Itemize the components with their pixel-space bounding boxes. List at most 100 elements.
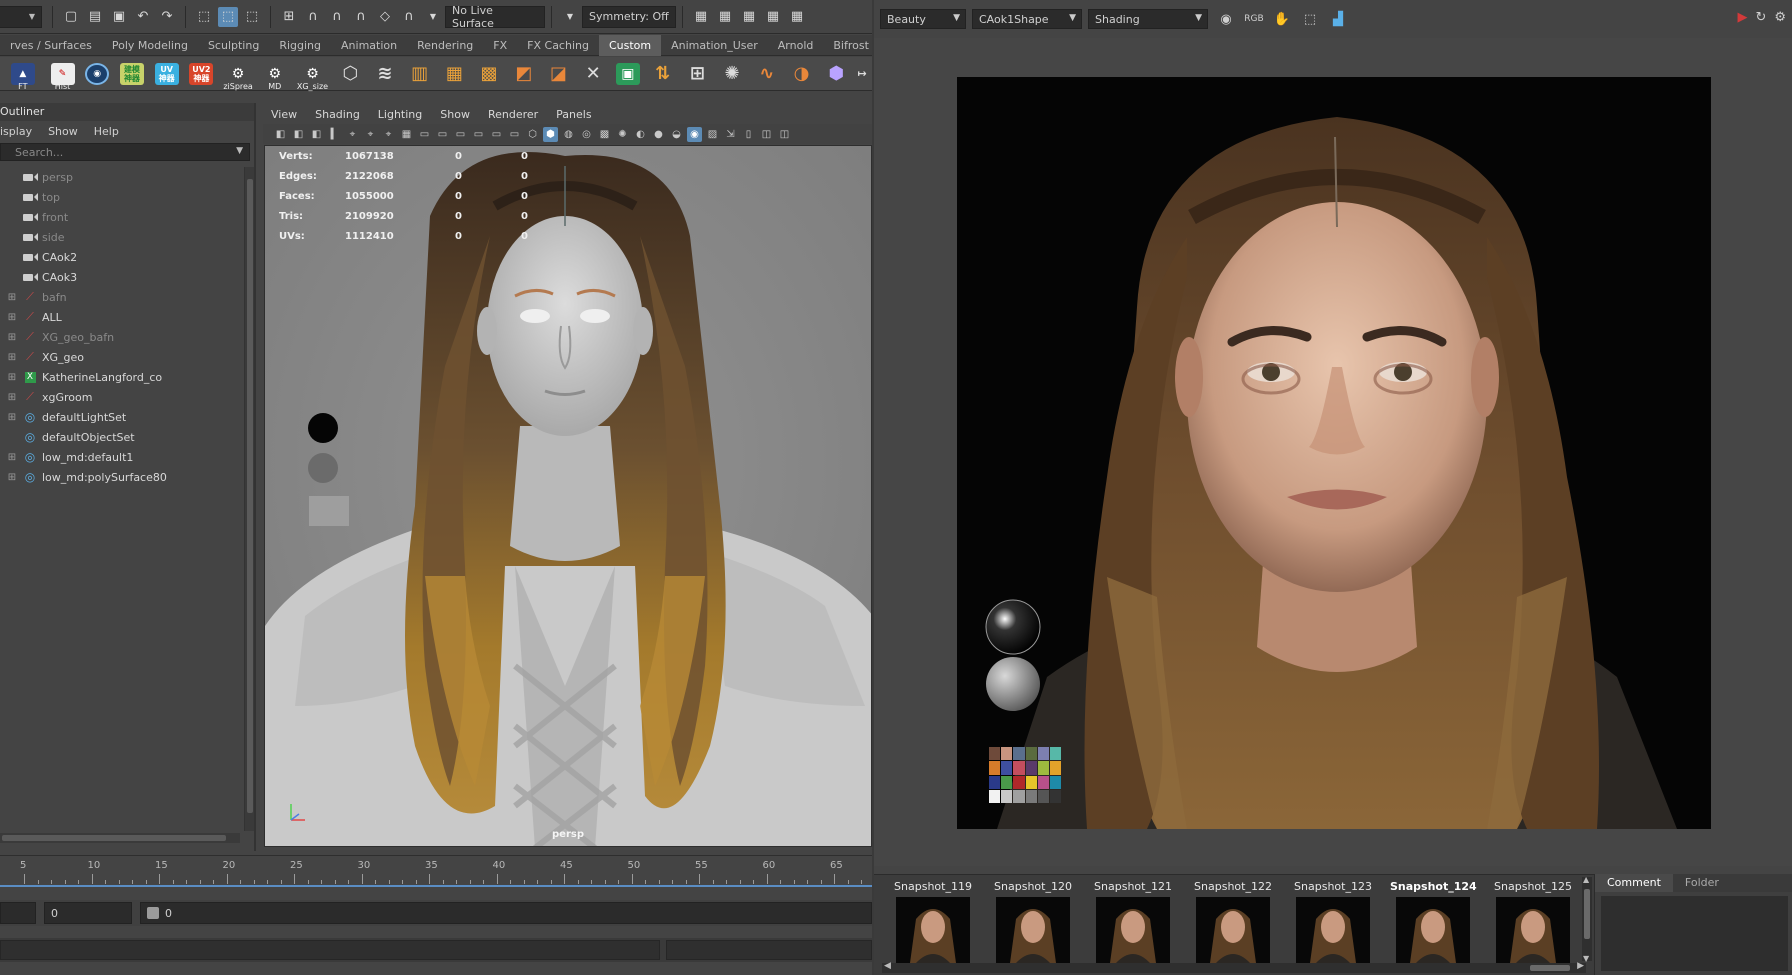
shelf-tab-rendering[interactable]: Rendering [407,35,483,56]
shelf-button-jianmo[interactable]: 建模 神器 [116,58,148,90]
shelf-button-circle[interactable]: ◉ [81,58,113,90]
shelf-button-extrude[interactable]: ▥ [404,58,436,90]
pan-icon[interactable]: ✋ [1270,9,1294,29]
outliner-item[interactable]: CAok2 [0,247,244,267]
viewport-menu-view[interactable]: View [271,108,297,121]
viewport-menu-show[interactable]: Show [440,108,470,121]
outliner-horizontal-scrollbar[interactable] [0,833,240,843]
outliner-item[interactable]: ⊞ ◎ defaultLightSet [0,407,244,427]
shelf-tab-custom[interactable]: Custom [598,34,662,56]
viewport-menu-shading[interactable]: Shading [315,108,360,121]
aov-layer-dropdown[interactable]: Beauty ▼ [880,9,966,29]
hypershade-icon[interactable]: ▦ [787,7,807,27]
shelf-button-transfer[interactable]: ⇅ [647,58,679,90]
channel-icon[interactable]: ◉ [1214,9,1238,29]
shelf-button-cut[interactable]: ✕ [577,58,609,90]
symmetry-dropdown-icon[interactable]: ▼ [560,7,580,27]
shelf-button-zispread[interactable]: ⚙ ziSprea [220,58,256,91]
perspective-viewport[interactable]: Verts: 1067138 0 0 Edges: 2122068 0 0 Faces: 1055… [264,145,872,847]
expand-icon[interactable]: ⊞ [6,331,18,343]
menu-set-dropdown[interactable]: ▼ [0,5,42,28]
stop-render-icon[interactable]: ▶ [1737,10,1747,25]
outliner-menu-show[interactable]: Show [48,125,78,138]
bookmark-icon[interactable]: ◧ [309,127,324,142]
snapshot-item[interactable]: Snapshot_120 [990,879,1076,967]
film-gate-icon[interactable]: ⌖ [345,127,360,142]
shelf-button-uv-checker[interactable]: ▣ [612,58,644,90]
snapshot-item[interactable]: Snapshot_124 [1390,879,1477,967]
shelf-button-layers[interactable]: ≋ [369,58,401,90]
snapshot-item[interactable]: Snapshot_122 [1190,879,1276,967]
outliner-vertical-scrollbar[interactable] [244,167,254,831]
expand-icon[interactable]: ⊞ [6,471,18,483]
viewport-menu-panels[interactable]: Panels [556,108,591,121]
shelf-tab-poly-modeling[interactable]: Poly Modeling [102,35,198,56]
xray-joints-icon[interactable]: ▯ [741,127,756,142]
snapshot-vertical-scrollbar[interactable]: ▲ ▼ [1582,875,1592,963]
shelf-button-more[interactable]: ↦ [855,58,869,90]
playback-start-field[interactable]: 0 [44,902,132,924]
expand-icon[interactable]: ⊞ [6,451,18,463]
render-settings-icon[interactable]: ▦ [763,7,783,27]
chevron-up-icon[interactable]: ▲ [1583,875,1589,884]
shelf-button-hist[interactable]: ✎ Hist [47,58,79,91]
maximize-panel-icon[interactable]: ◫ [777,127,792,142]
pan-zoom-icon[interactable]: ▭ [471,127,486,142]
select-component-icon[interactable]: ⬚ [242,7,262,27]
snap-grid-icon[interactable]: ⊞ [279,7,299,27]
outliner-item[interactable]: ⊞ ⟋ XG_geo [0,347,244,367]
shelf-button-bridge[interactable]: ◪ [543,58,575,90]
tab-comment[interactable]: Comment [1595,874,1673,892]
outliner-item[interactable]: ⊞ ⟋ ALL [0,307,244,327]
snapshot-item[interactable]: Snapshot_121 [1090,879,1176,967]
expand-icon[interactable]: ⊞ [6,311,18,323]
expand-icon[interactable]: ⊞ [6,351,18,363]
new-scene-icon[interactable]: ▢ [61,7,81,27]
shelf-tab-fx-caching[interactable]: FX Caching [517,35,599,56]
time-slider[interactable]: 5 10 15 20 25 30 35 40 45 50 55 60 65 [0,855,889,889]
gate-mask-icon[interactable]: ⌖ [381,127,396,142]
shelf-tab-rves-surfaces[interactable]: rves / Surfaces [0,35,102,56]
redo-icon[interactable]: ↷ [157,7,177,27]
field-chart-icon[interactable]: ▭ [417,127,432,142]
open-scene-icon[interactable]: ▤ [85,7,105,27]
expand-icon[interactable]: ⊞ [6,411,18,423]
expand-icon[interactable]: ⊞ [6,371,18,383]
panel-layout-icon[interactable]: ◫ [759,127,774,142]
snapshot-item[interactable]: Snapshot_119 [890,879,976,967]
outliner-menu-display[interactable]: isplay [0,125,32,138]
tab-folder[interactable]: Folder [1673,874,1731,892]
viewport-menu-lighting[interactable]: Lighting [378,108,422,121]
outliner-item[interactable]: top [0,187,244,207]
outliner-search-input[interactable]: Search... ▼ [0,143,250,161]
image-plane-icon[interactable]: ▍ [327,127,342,142]
outliner-item[interactable]: ◎ defaultObjectSet [0,427,244,447]
rgb-icon[interactable]: RGB [1242,9,1266,29]
shading-dropdown[interactable]: Shading ▼ [1088,9,1208,29]
motion-blur-icon[interactable]: ● [651,127,666,142]
select-object-icon[interactable]: ⬚ [218,6,238,27]
shelf-button-mesh[interactable]: ⬢ [820,58,852,90]
range-handle-icon[interactable] [147,907,159,919]
screen-space-ao-icon[interactable]: ◐ [633,127,648,142]
isolate-select-icon[interactable]: ⇲ [723,127,738,142]
shelf-tab-arnold[interactable]: Arnold [768,35,824,56]
snapshot-item[interactable]: Snapshot_123 [1290,879,1376,967]
shelf-button-xgsize[interactable]: ⚙ XG_size [294,58,332,91]
frame-icon[interactable]: ⬚ [1298,9,1322,29]
expand-icon[interactable]: ⊞ [6,291,18,303]
shelf-button-uv[interactable]: UV 神器 [151,58,183,90]
snap-point-icon[interactable]: ∩ [327,7,347,27]
shelf-tab-animation-user[interactable]: Animation_User [661,35,768,56]
chevron-down-icon[interactable]: ▼ [236,146,243,156]
outliner-item[interactable]: front [0,207,244,227]
shelf-tab-bifrost[interactable]: Bifrost [823,35,879,56]
shelf-button-sphere[interactable]: ◑ [786,58,818,90]
save-scene-icon[interactable]: ▣ [109,7,129,27]
outliner-item[interactable]: ⊞ ⟋ xgGroom [0,387,244,407]
refresh-render-icon[interactable]: ↻ [1755,10,1766,25]
snap-vertex-icon[interactable]: ∩ [399,7,419,27]
outliner-item[interactable]: ⊞ X KatherineLangford_co [0,367,244,387]
shelf-tab-rigging[interactable]: Rigging [269,35,331,56]
grid-icon[interactable]: ▦ [399,127,414,142]
